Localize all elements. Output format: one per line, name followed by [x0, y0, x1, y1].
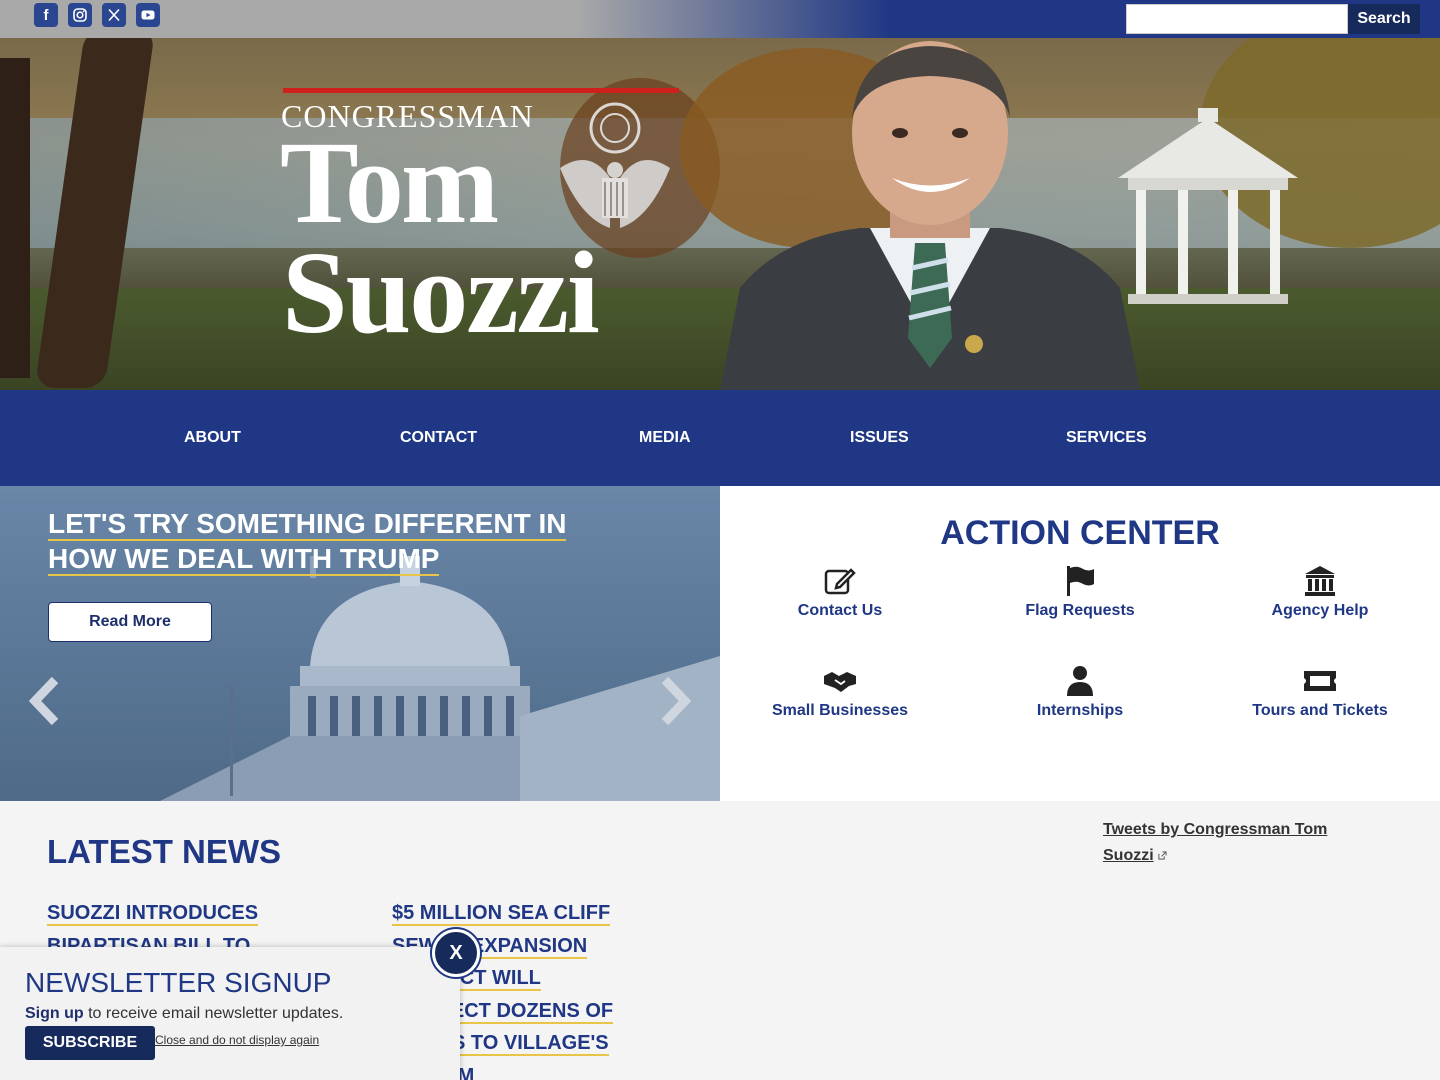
house-seal-icon	[560, 102, 670, 228]
tweets-link[interactable]: Tweets by Congressman Tom Suozzi	[1103, 817, 1363, 869]
newsletter-title: NEWSLETTER SIGNUP	[25, 967, 332, 998]
youtube-icon[interactable]	[136, 3, 160, 27]
hero-last-name: Suozzi	[282, 227, 600, 358]
newsletter-popup: NEWSLETTER SIGNUP Sign up to receive ema…	[0, 947, 460, 1080]
news-carousel: LET'S TRY SOMETHING DIFFERENT IN HOW WE …	[0, 486, 720, 801]
nav-about[interactable]: ABOUT	[184, 429, 241, 447]
carousel-prev-icon[interactable]	[25, 676, 65, 726]
handshake-icon	[824, 672, 856, 692]
action-contact-us[interactable]: Contact Us	[720, 564, 960, 620]
slide-title-line[interactable]: HOW WE DEAL WITH TRUMP	[48, 543, 440, 576]
nav-media[interactable]: MEDIA	[639, 429, 691, 447]
action-label: Small Businesses	[771, 702, 909, 719]
action-center: ACTION CENTER Contact Us Flag Requests A…	[720, 486, 1440, 801]
action-center-title: ACTION CENTER	[940, 514, 1220, 552]
nav-services[interactable]: SERVICES	[1066, 429, 1147, 447]
action-label: Flag Requests	[1025, 602, 1135, 619]
dismiss-popup-link[interactable]: Close and do not display again	[155, 1033, 319, 1047]
facebook-icon[interactable]: f	[34, 3, 58, 27]
tweets-link-text[interactable]: Suozzi	[1103, 847, 1154, 864]
newsletter-description: Sign up to receive email newsletter upda…	[25, 1005, 343, 1023]
action-label: Tours and Tickets	[1252, 702, 1388, 719]
action-tours-tickets[interactable]: Tours and Tickets	[1200, 664, 1440, 720]
action-flag-requests[interactable]: Flag Requests	[960, 564, 1200, 620]
close-popup-button[interactable]: X	[432, 929, 480, 977]
title-accent-line	[283, 88, 679, 93]
social-links: f	[34, 3, 160, 27]
search-form: Search	[1126, 4, 1420, 34]
read-more-button[interactable]: Read More	[48, 602, 212, 642]
slide-title-line[interactable]: LET'S TRY SOMETHING DIFFERENT IN	[48, 508, 567, 541]
ticket-icon	[1304, 671, 1336, 691]
building-icon	[1305, 566, 1335, 596]
slide-title[interactable]: LET'S TRY SOMETHING DIFFERENT IN HOW WE …	[48, 506, 608, 576]
instagram-icon[interactable]	[68, 3, 92, 27]
action-label: Agency Help	[1271, 602, 1369, 619]
action-agency-help[interactable]: Agency Help	[1200, 564, 1440, 620]
nav-issues[interactable]: ISSUES	[850, 429, 909, 447]
search-button[interactable]: Search	[1348, 4, 1420, 34]
newsletter-text: to receive email newsletter updates.	[83, 1005, 344, 1022]
hero-first-name: Tom	[280, 117, 499, 248]
news-title-line[interactable]: SUOZZI INTRODUCES	[47, 902, 259, 926]
hero-banner: CONGRESSMAN Tom Suozzi	[0, 38, 1440, 390]
action-label: Contact Us	[797, 602, 883, 619]
newsletter-signup-strong: Sign up	[25, 1005, 84, 1022]
nav-contact[interactable]: CONTACT	[400, 429, 477, 447]
x-icon[interactable]	[102, 3, 126, 27]
action-internships[interactable]: Internships	[960, 664, 1200, 720]
search-input[interactable]	[1126, 4, 1348, 34]
tweets-link-text[interactable]: Tweets by Congressman Tom	[1103, 821, 1327, 838]
carousel-next-icon[interactable]	[655, 676, 695, 726]
latest-news-title: LATEST NEWS	[47, 833, 282, 870]
news-title-line[interactable]: $5 MILLION SEA CLIFF	[392, 902, 611, 926]
person-icon	[1067, 666, 1093, 696]
external-link-icon	[1158, 851, 1167, 860]
subscribe-button[interactable]: SUBSCRIBE	[25, 1026, 155, 1060]
action-label: Internships	[1036, 702, 1124, 719]
flag-icon	[1067, 566, 1094, 596]
hero-tree	[0, 58, 30, 378]
top-bar: f Search	[0, 0, 1440, 38]
edit-icon	[824, 568, 856, 595]
main-nav: ABOUT CONTACT MEDIA ISSUES SERVICES	[0, 390, 1440, 486]
congressman-portrait	[720, 41, 1140, 390]
action-small-businesses[interactable]: Small Businesses	[720, 664, 960, 720]
